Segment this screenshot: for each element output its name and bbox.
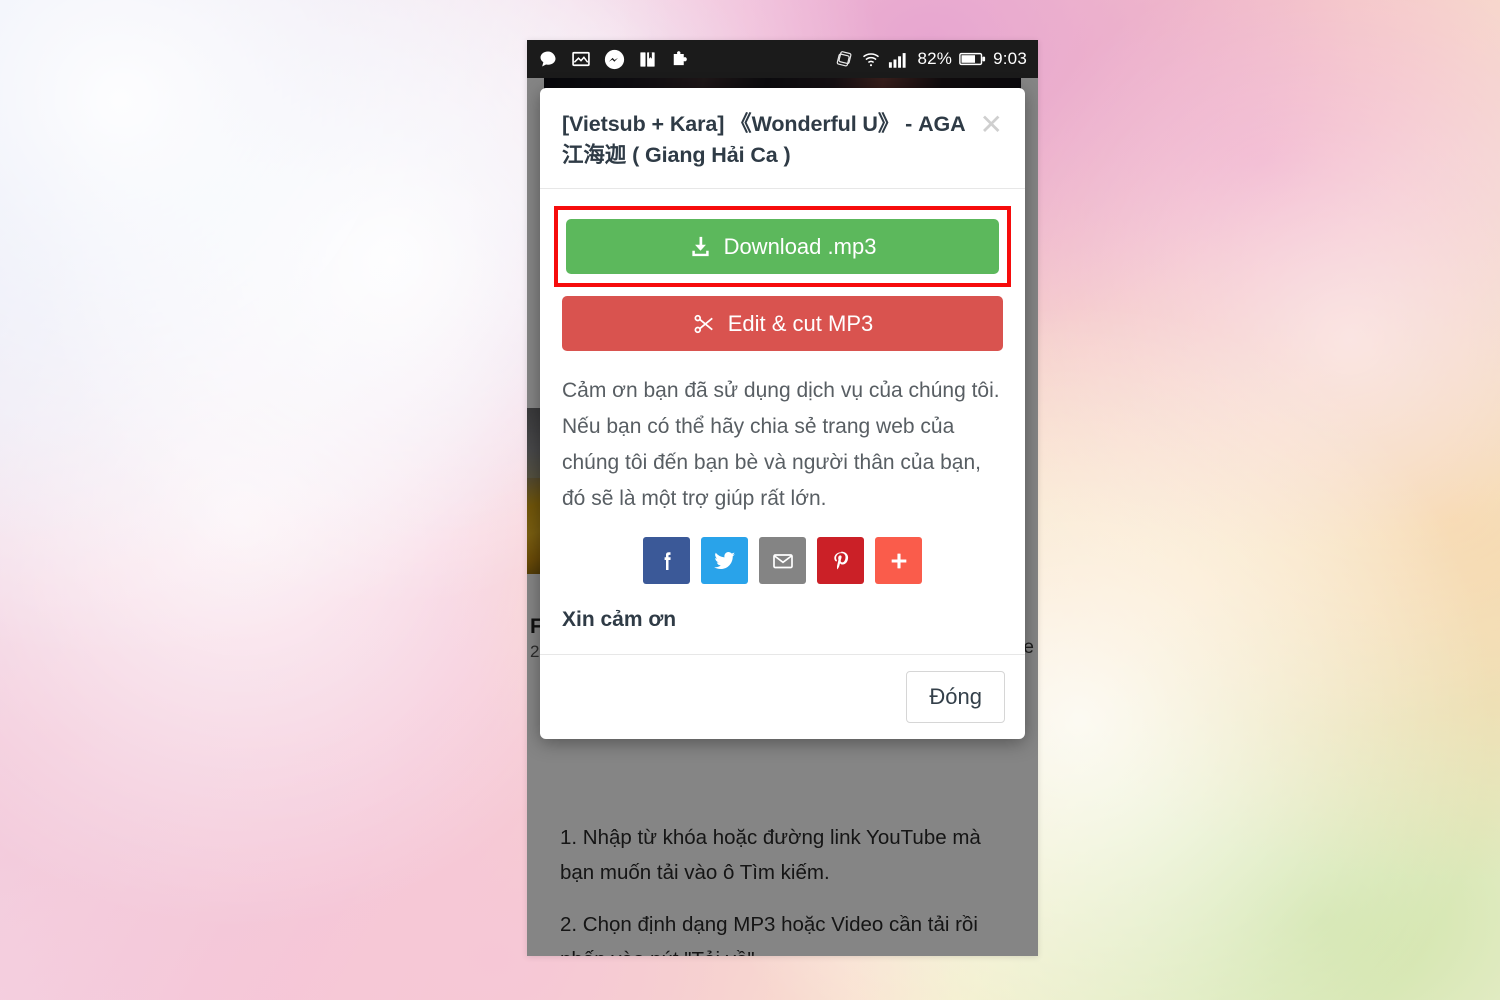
status-bar-left-icons (538, 49, 690, 70)
wifi-icon (861, 50, 881, 69)
download-icon (689, 235, 712, 258)
phone-screenshot-frame: 82% 9:03 F 2 e 1. Nhập từ khóa hoặc đườn… (527, 40, 1038, 956)
dialog-header: [Vietsub + Kara] 《Wonderful U》 - AGA 江海迦… (540, 88, 1025, 190)
download-modal-dialog: [Vietsub + Kara] 《Wonderful U》 - AGA 江海迦… (540, 88, 1025, 740)
chat-bubble-icon (538, 49, 558, 69)
thank-you-paragraph: Cảm ơn bạn đã sử dụng dịch vụ của chúng … (562, 379, 1000, 511)
share-twitter-button[interactable] (701, 537, 748, 585)
screen-rotate-icon (835, 50, 854, 69)
download-button-highlight-annotation: Download .mp3 (554, 206, 1011, 288)
dialog-body: Download .mp3 Edit & cut MP3 Cảm ơn bạn … (540, 189, 1025, 654)
download-mp3-button[interactable]: Download .mp3 (566, 219, 999, 275)
share-more-button[interactable] (875, 537, 922, 585)
battery-icon (959, 51, 986, 67)
dialog-footer: Đóng (540, 654, 1025, 739)
close-icon[interactable]: ✕ (980, 111, 1003, 139)
sign-off-text: Xin cảm ơn (562, 608, 677, 632)
share-buttons-row (562, 537, 1003, 585)
messenger-icon (604, 49, 625, 70)
battery-percent-label: 82% (917, 49, 953, 68)
download-button-label: Download .mp3 (723, 233, 877, 259)
status-bar-right-icons: 82% 9:03 (835, 49, 1027, 69)
signal-bars-icon (888, 50, 910, 69)
share-facebook-button[interactable] (643, 537, 690, 585)
twitter-icon (712, 548, 737, 573)
plus-icon (888, 550, 910, 572)
puzzle-piece-icon (670, 49, 690, 69)
share-email-button[interactable] (759, 537, 806, 585)
clock-label: 9:03 (993, 49, 1027, 68)
dialog-title: [Vietsub + Kara] 《Wonderful U》 - AGA 江海迦… (562, 112, 965, 167)
scissors-icon (692, 313, 716, 335)
share-pinterest-button[interactable] (817, 537, 864, 585)
close-dialog-button[interactable]: Đóng (906, 671, 1005, 724)
edit-cut-mp3-button[interactable]: Edit & cut MP3 (562, 296, 1003, 352)
bookmark-icon (638, 50, 657, 69)
photo-icon (571, 49, 591, 69)
envelope-icon (771, 549, 795, 573)
facebook-icon (655, 549, 679, 573)
status-bar: 82% 9:03 (527, 40, 1038, 78)
pinterest-icon (829, 549, 853, 573)
edit-button-label: Edit & cut MP3 (727, 310, 874, 336)
